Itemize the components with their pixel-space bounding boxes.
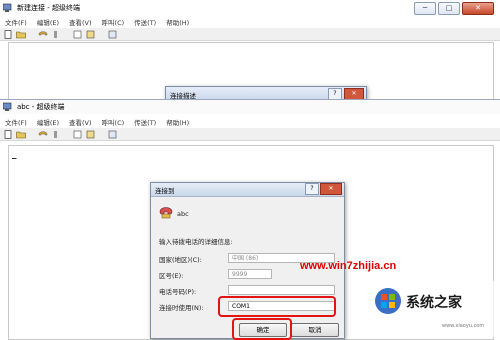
terminal-app-icon [2, 102, 12, 111]
toolbar-separator [99, 130, 105, 139]
new-file-icon[interactable] [3, 129, 13, 139]
toolbar-separator [64, 30, 70, 39]
front-menubar: 文件(F) 编辑(E) 查看(V) 呼叫(C) 传送(T) 帮助(H) [0, 116, 500, 127]
back-window: 新建连接 - 超级终端 ─ □ ✕ 文件(F) 编辑(E) 查看(V) 呼叫(C… [0, 0, 500, 102]
open-folder-icon[interactable] [16, 30, 26, 39]
front-window-titlebar: abc - 超级终端 [0, 100, 500, 114]
area-code-input[interactable]: 9999 [228, 269, 272, 279]
connect-using-label: 连接时使用(N): [159, 304, 204, 312]
back-maximize-button[interactable]: □ [438, 2, 460, 15]
back-toolbar [0, 28, 500, 41]
connect-dialog-help-button[interactable]: ? [305, 183, 319, 195]
back-menu-transfer[interactable]: 传送(T) [134, 17, 156, 27]
properties-icon[interactable] [108, 130, 118, 139]
back-menu-edit[interactable]: 编辑(E) [37, 17, 59, 27]
back-minimize-button[interactable]: ─ [414, 2, 436, 15]
back-window-title: 新建连接 - 超级终端 [17, 4, 80, 12]
back-menu-help[interactable]: 帮助(H) [166, 17, 189, 27]
toolbar-separator [29, 30, 35, 39]
toolbar-separator [99, 30, 105, 39]
new-file-icon[interactable] [3, 29, 13, 39]
windows-logo-icon [374, 287, 402, 315]
terminal-cursor: _ [12, 150, 17, 160]
back-menu-view[interactable]: 查看(V) [69, 17, 92, 27]
open-folder-icon[interactable] [16, 130, 26, 139]
back-menu-call[interactable]: 呼叫(C) [102, 17, 125, 27]
receive-icon[interactable] [86, 130, 96, 139]
connect-dialog-title: 连接到 [155, 187, 175, 195]
connection-name: abc [177, 210, 189, 218]
phone-number-input[interactable] [228, 285, 335, 295]
front-menu-transfer[interactable]: 传送(T) [134, 117, 156, 127]
connect-using-highlight [218, 296, 336, 317]
area-code-label: 区号(E): [159, 272, 184, 280]
toolbar-separator [29, 130, 35, 139]
phone-number-label: 电话号码(P): [159, 288, 197, 296]
receive-icon[interactable] [86, 30, 96, 39]
phone-icon[interactable] [38, 130, 48, 139]
hangup-icon[interactable] [51, 130, 61, 139]
watermark-logo: 系统之家 www.xiaoyu.com [372, 281, 500, 337]
phone-icon[interactable] [38, 30, 48, 39]
front-window-title: abc - 超级终端 [17, 103, 65, 111]
watermark-url: www.win7zhijia.cn [300, 260, 397, 272]
back-menubar: 文件(F) 编辑(E) 查看(V) 呼叫(C) 传送(T) 帮助(H) [0, 16, 500, 27]
front-menu-edit[interactable]: 编辑(E) [37, 117, 59, 127]
connect-dialog-titlebar: 连接到 ? ✕ [151, 183, 344, 197]
watermark-brand: 系统之家 [406, 295, 462, 311]
front-toolbar [0, 128, 500, 141]
back-close-button[interactable]: ✕ [462, 2, 494, 15]
instruction-text: 输入待拨电话的详细信息: [159, 238, 233, 246]
send-icon[interactable] [73, 30, 83, 39]
front-menu-view[interactable]: 查看(V) [69, 117, 92, 127]
front-menu-help[interactable]: 帮助(H) [166, 117, 189, 127]
terminal-app-icon [2, 3, 12, 12]
front-menu-call[interactable]: 呼叫(C) [102, 117, 125, 127]
connect-dialog-close-button[interactable]: ✕ [320, 183, 342, 195]
back-window-titlebar: 新建连接 - 超级终端 ─ □ ✕ [0, 0, 500, 16]
toolbar-separator [64, 130, 70, 139]
country-label: 国家(地区)(C): [159, 256, 202, 264]
properties-icon[interactable] [108, 30, 118, 39]
back-menu-file[interactable]: 文件(F) [5, 17, 27, 27]
hangup-icon[interactable] [51, 30, 61, 39]
connection-phone-icon [159, 205, 173, 219]
watermark-small-url: www.xiaoyu.com [442, 323, 485, 329]
cancel-button[interactable]: 取消 [291, 323, 339, 337]
send-icon[interactable] [73, 130, 83, 139]
front-menu-file[interactable]: 文件(F) [5, 117, 27, 127]
